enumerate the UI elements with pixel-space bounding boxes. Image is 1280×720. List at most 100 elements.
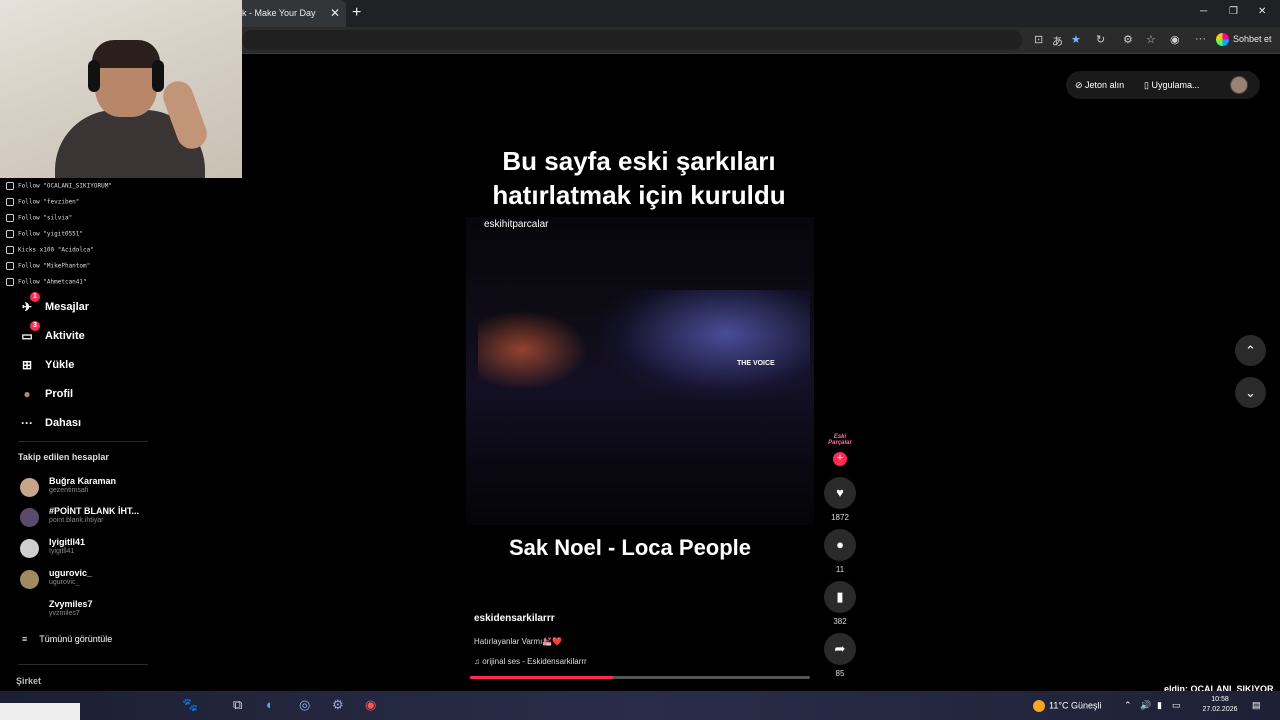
display-icon[interactable]: ▭ — [1172, 700, 1181, 711]
account-handle: gezentimsafi — [49, 487, 89, 494]
followed-account[interactable]: Zvymiles7 yvzmiles7 — [20, 599, 160, 629]
followed-account[interactable]: #POİNT BLANK İHT... point.blank.ihtiyar — [20, 506, 160, 536]
alert-item: Follow "MikePhantom" — [0, 258, 137, 274]
minimize-icon[interactable]: ─ — [1200, 6, 1207, 17]
avatar — [20, 570, 39, 589]
music-label: orijinal ses - Eskidensarkilarrr — [482, 657, 587, 666]
chat-label: Sohbet et — [1233, 33, 1272, 44]
alert-text: Follow "MikePhantom" — [18, 262, 91, 270]
video-caption: Hatırlayanlar Varmı💒❤️ — [474, 637, 563, 646]
widget-icon[interactable]: 🐾 — [182, 697, 198, 713]
copilot-chat-button[interactable]: Sohbet et — [1216, 33, 1272, 46]
clock-time: 10:58 — [1211, 696, 1229, 703]
headphone-icon — [88, 60, 100, 92]
bookmark-icon: ▮ — [836, 589, 844, 604]
avatar — [20, 601, 39, 620]
taskbar-clock[interactable]: 10:58 27.02.2026 — [1200, 695, 1240, 715]
get-coins-button[interactable]: ⊘ Jeton alın — [1075, 80, 1124, 91]
divider — [18, 664, 148, 665]
translate-icon[interactable]: あ — [1052, 33, 1063, 49]
webcam-overlay — [0, 0, 242, 178]
music-note-icon: ♫ — [474, 657, 483, 666]
alert-icon — [6, 278, 14, 286]
chevron-down-icon: ⌄ — [1245, 385, 1256, 400]
save-button[interactable]: ▮ — [824, 581, 856, 613]
close-window-icon[interactable]: ✕ — [1258, 6, 1266, 17]
followed-account[interactable]: Iyigitll41 Iyigitll41 — [20, 537, 160, 567]
alert-text: Follow "silvia" — [18, 214, 73, 222]
get-app-button[interactable]: ▯ Uygulama... — [1144, 80, 1199, 91]
close-tab-icon[interactable]: ✕ — [330, 6, 340, 20]
alert-item: Follow "fevziben" — [0, 194, 137, 210]
edge-icon[interactable]: ◐ — [266, 697, 274, 712]
stage-lights-left — [478, 310, 588, 390]
account-name: ugurovic_ — [49, 568, 93, 578]
account-name: Zvymiles7 — [49, 599, 93, 609]
profile-avatar-icon: ● — [23, 386, 31, 401]
overlay-title-line: Bu sayfa eski şarkıları — [502, 146, 776, 176]
notifications-icon[interactable]: ▤ — [1252, 700, 1261, 711]
sidebar-item-more[interactable]: ··· Dahası — [18, 408, 158, 437]
alert-icon — [6, 246, 14, 254]
account-name: Buğra Karaman — [49, 476, 117, 486]
alert-icon — [6, 198, 14, 206]
sidebar-item-label: Dahası — [45, 416, 82, 429]
weather-widget[interactable]: 11°C Güneşli — [1033, 700, 1101, 712]
next-video-button[interactable]: ⌄ — [1235, 377, 1266, 408]
previous-video-button[interactable]: ⌃ — [1235, 335, 1266, 366]
account-handle: point.blank.ihtiyar — [49, 517, 104, 524]
alert-text: Follow "fevziben" — [18, 198, 80, 206]
app-label: Uygulama... — [1151, 80, 1200, 90]
video-author[interactable]: eskidensarkilarrr — [474, 613, 555, 624]
copilot-icon — [1216, 33, 1229, 46]
comment-button[interactable]: ● — [824, 529, 856, 561]
followed-account[interactable]: Buğra Karaman gezentimsafi — [20, 476, 160, 506]
alert-icon — [6, 230, 14, 238]
share-button[interactable]: ➦ — [824, 633, 856, 665]
alert-icon — [6, 182, 14, 190]
new-tab-button[interactable]: + — [352, 4, 361, 22]
avatar — [20, 539, 39, 558]
steam-icon[interactable]: ⚙ — [332, 697, 344, 713]
address-bar[interactable] — [242, 30, 1022, 50]
followed-account[interactable]: ugurovic_ ugurovic_ — [20, 568, 160, 598]
header-actions: ⊘ Jeton alın ▯ Uygulama... — [1066, 71, 1260, 99]
favorites-icon[interactable]: ☆ — [1146, 33, 1156, 46]
app-available-icon[interactable]: ⊡ — [1034, 33, 1043, 46]
stream-alert-feed: Follow "OCALANI_SIKIYORUM" Follow "fevzi… — [0, 178, 137, 288]
task-view-icon[interactable]: ⧉ — [233, 697, 242, 713]
volume-icon[interactable]: 🔊 — [1140, 700, 1151, 711]
extensions-icon[interactable]: ⚙ — [1123, 33, 1133, 46]
app-icon[interactable]: ◉ — [365, 697, 376, 713]
company-link[interactable]: Şirket — [16, 676, 41, 686]
sidebar-item-upload[interactable]: ⊞ Yükle — [18, 350, 158, 379]
heart-icon: ♥ — [836, 485, 844, 500]
like-button[interactable]: ♥ — [824, 477, 856, 509]
notification-badge: 1 — [30, 292, 40, 302]
windows-taskbar: 🐾 ⧉ ◐ ◎ ⚙ ◉ 11°C Güneşli ⌃ 🔊 ▮ ▭ 10:58 2… — [0, 691, 1280, 720]
music-info[interactable]: ♫ orijinal ses - Eskidensarkilarrr — [474, 657, 587, 666]
profile-icon[interactable]: ◉ — [1170, 33, 1180, 46]
app-icon[interactable]: ◎ — [299, 697, 310, 713]
sidebar-item-label: Mesajlar — [45, 300, 90, 313]
sidebar-item-messages[interactable]: ✈ 1 Mesajlar — [18, 292, 158, 321]
comment-icon: ● — [836, 537, 844, 552]
menu-icon[interactable]: ··· — [1195, 33, 1206, 45]
tray-chevron-icon[interactable]: ⌃ — [1124, 700, 1132, 711]
song-title: Sak Noel - Loca People — [508, 535, 752, 560]
sidebar-item-activity[interactable]: ▭ 3 Aktivite — [18, 321, 158, 350]
favorite-star-icon[interactable]: ★ — [1071, 33, 1081, 46]
video-progress-bar[interactable] — [470, 676, 810, 679]
see-all-link[interactable]: ≡ Tümünü görüntüle — [22, 634, 112, 644]
follow-plus-button[interactable]: + — [833, 452, 847, 466]
refresh-icon[interactable]: ↻ — [1096, 33, 1105, 46]
sidebar-item-profile[interactable]: ● Profil — [18, 379, 158, 408]
browser-tab[interactable]: k - Make Your Day ✕ — [230, 0, 346, 27]
restore-icon[interactable]: ❐ — [1229, 6, 1238, 17]
taskbar-search[interactable] — [0, 703, 80, 720]
user-avatar[interactable] — [1230, 76, 1248, 94]
alert-item: Follow "silvia" — [0, 210, 137, 226]
mic-icon[interactable]: ▮ — [1157, 700, 1162, 711]
divider — [18, 441, 148, 442]
creator-avatar[interactable]: Eski Parçalar — [826, 434, 854, 452]
